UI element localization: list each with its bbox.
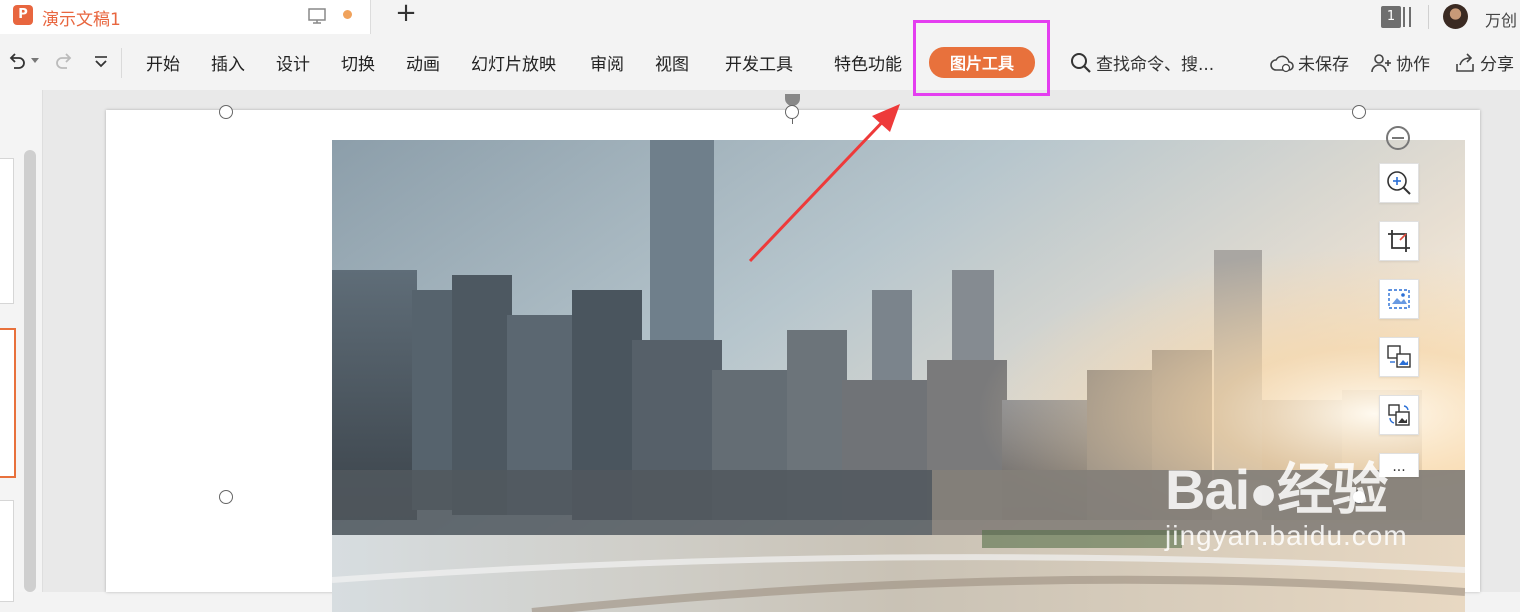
tab-picture-tools[interactable]: 图片工具: [929, 47, 1036, 78]
document-title: 演示文稿1: [42, 10, 121, 30]
share-label: 分享: [1480, 55, 1514, 75]
redo-icon[interactable]: [53, 50, 75, 72]
document-tab[interactable]: P 演示文稿1: [0, 0, 371, 34]
slide-thumbnail[interactable]: [0, 158, 14, 304]
crop-button[interactable]: [1379, 221, 1419, 261]
collaborate-button[interactable]: 协作: [1370, 50, 1430, 75]
tab-view[interactable]: 视图: [655, 50, 689, 75]
watermark-site: jingyan.baidu.com: [1165, 520, 1408, 551]
watermark-brand: Bai●经验: [1165, 458, 1388, 521]
unsaved-button[interactable]: 未保存: [1270, 50, 1349, 75]
tab-transitions[interactable]: 切换: [341, 50, 375, 75]
divider: [1428, 5, 1429, 29]
zoom-out-icon[interactable]: [1386, 126, 1410, 150]
annotation-arrow-icon: [748, 104, 900, 263]
avatar[interactable]: [1443, 4, 1468, 29]
presentation-app-icon: P: [13, 5, 33, 25]
replace-image-icon: [1388, 404, 1410, 426]
tab-review[interactable]: 审阅: [590, 50, 624, 75]
tab-animations[interactable]: 动画: [406, 50, 440, 75]
share-button[interactable]: 分享: [1454, 50, 1514, 75]
cloud-icon: [1270, 55, 1294, 73]
command-search-input[interactable]: 查找命令、搜...: [1070, 50, 1214, 75]
tab-developer[interactable]: 开发工具: [725, 50, 793, 75]
share-icon: [1456, 53, 1474, 72]
zoom-in-button[interactable]: [1379, 163, 1419, 203]
replace-image-button[interactable]: [1379, 395, 1419, 435]
tab-home[interactable]: 开始: [146, 50, 180, 75]
monitor-icon[interactable]: [307, 6, 327, 26]
crop-icon: [1388, 230, 1410, 252]
resize-handle-top-right[interactable]: [1352, 105, 1366, 119]
thumbnail-scrollbar[interactable]: [24, 150, 36, 592]
ribbon-menu-bar: 开始 插入 设计 切换 动画 幻灯片放映 审阅 视图 开发工具 特色功能 图片工…: [0, 34, 1520, 90]
undo-dropdown-icon[interactable]: [31, 58, 39, 64]
slide-thumbnail-selected[interactable]: [0, 328, 16, 478]
image-frame-icon: [1388, 289, 1410, 309]
search-icon: [1071, 53, 1091, 73]
window-count-badge[interactable]: 1: [1381, 6, 1401, 28]
tab-special-features[interactable]: 特色功能: [834, 50, 902, 75]
zoom-in-icon: [1387, 171, 1411, 195]
tab-insert[interactable]: 插入: [211, 50, 245, 75]
window-stack-icon: [1403, 7, 1411, 27]
new-tab-button[interactable]: +: [393, 0, 419, 28]
add-user-icon: [1371, 54, 1391, 73]
search-placeholder: 查找命令、搜...: [1096, 55, 1215, 75]
image-select-button[interactable]: [1379, 279, 1419, 319]
image-convert-button[interactable]: [1379, 337, 1419, 377]
collaborate-label: 协作: [1396, 55, 1430, 75]
unsaved-label: 未保存: [1298, 55, 1349, 75]
watermark: Bai●经验 jingyan.baidu.com: [1165, 445, 1408, 552]
slide-thumbnail-panel: [0, 90, 43, 602]
tab-slideshow[interactable]: 幻灯片放映: [471, 50, 556, 75]
title-bar: P 演示文稿1 + 1 万创: [0, 0, 1520, 34]
resize-handle-left[interactable]: [219, 490, 233, 504]
tab-design[interactable]: 设计: [276, 50, 310, 75]
image-convert-icon: [1387, 345, 1411, 368]
divider: [121, 48, 122, 78]
user-name[interactable]: 万创: [1485, 7, 1517, 31]
undo-icon[interactable]: [6, 50, 28, 72]
resize-handle-top-left[interactable]: [219, 105, 233, 119]
unsaved-indicator-dot: [343, 10, 352, 19]
chevron-down-icon[interactable]: [92, 53, 110, 71]
slide-thumbnail[interactable]: [0, 500, 14, 602]
paw-icon: ●: [1249, 467, 1278, 520]
